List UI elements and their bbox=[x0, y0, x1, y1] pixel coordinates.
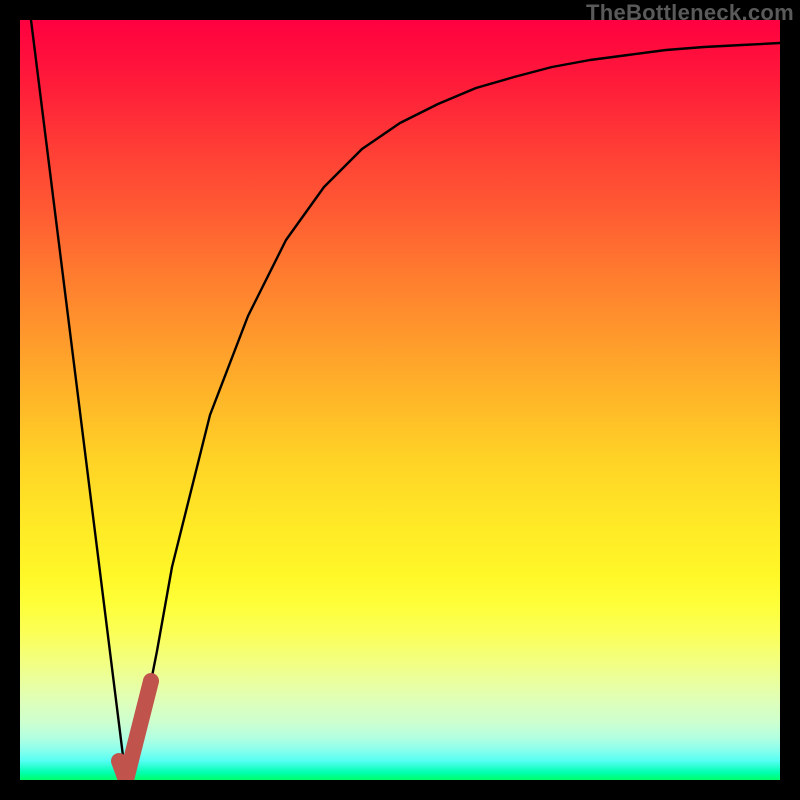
highlight-segment bbox=[119, 681, 151, 780]
bottleneck-curve bbox=[31, 20, 780, 780]
plot-area bbox=[20, 20, 780, 780]
chart-frame: TheBottleneck.com bbox=[0, 0, 800, 800]
chart-svg bbox=[20, 20, 780, 780]
